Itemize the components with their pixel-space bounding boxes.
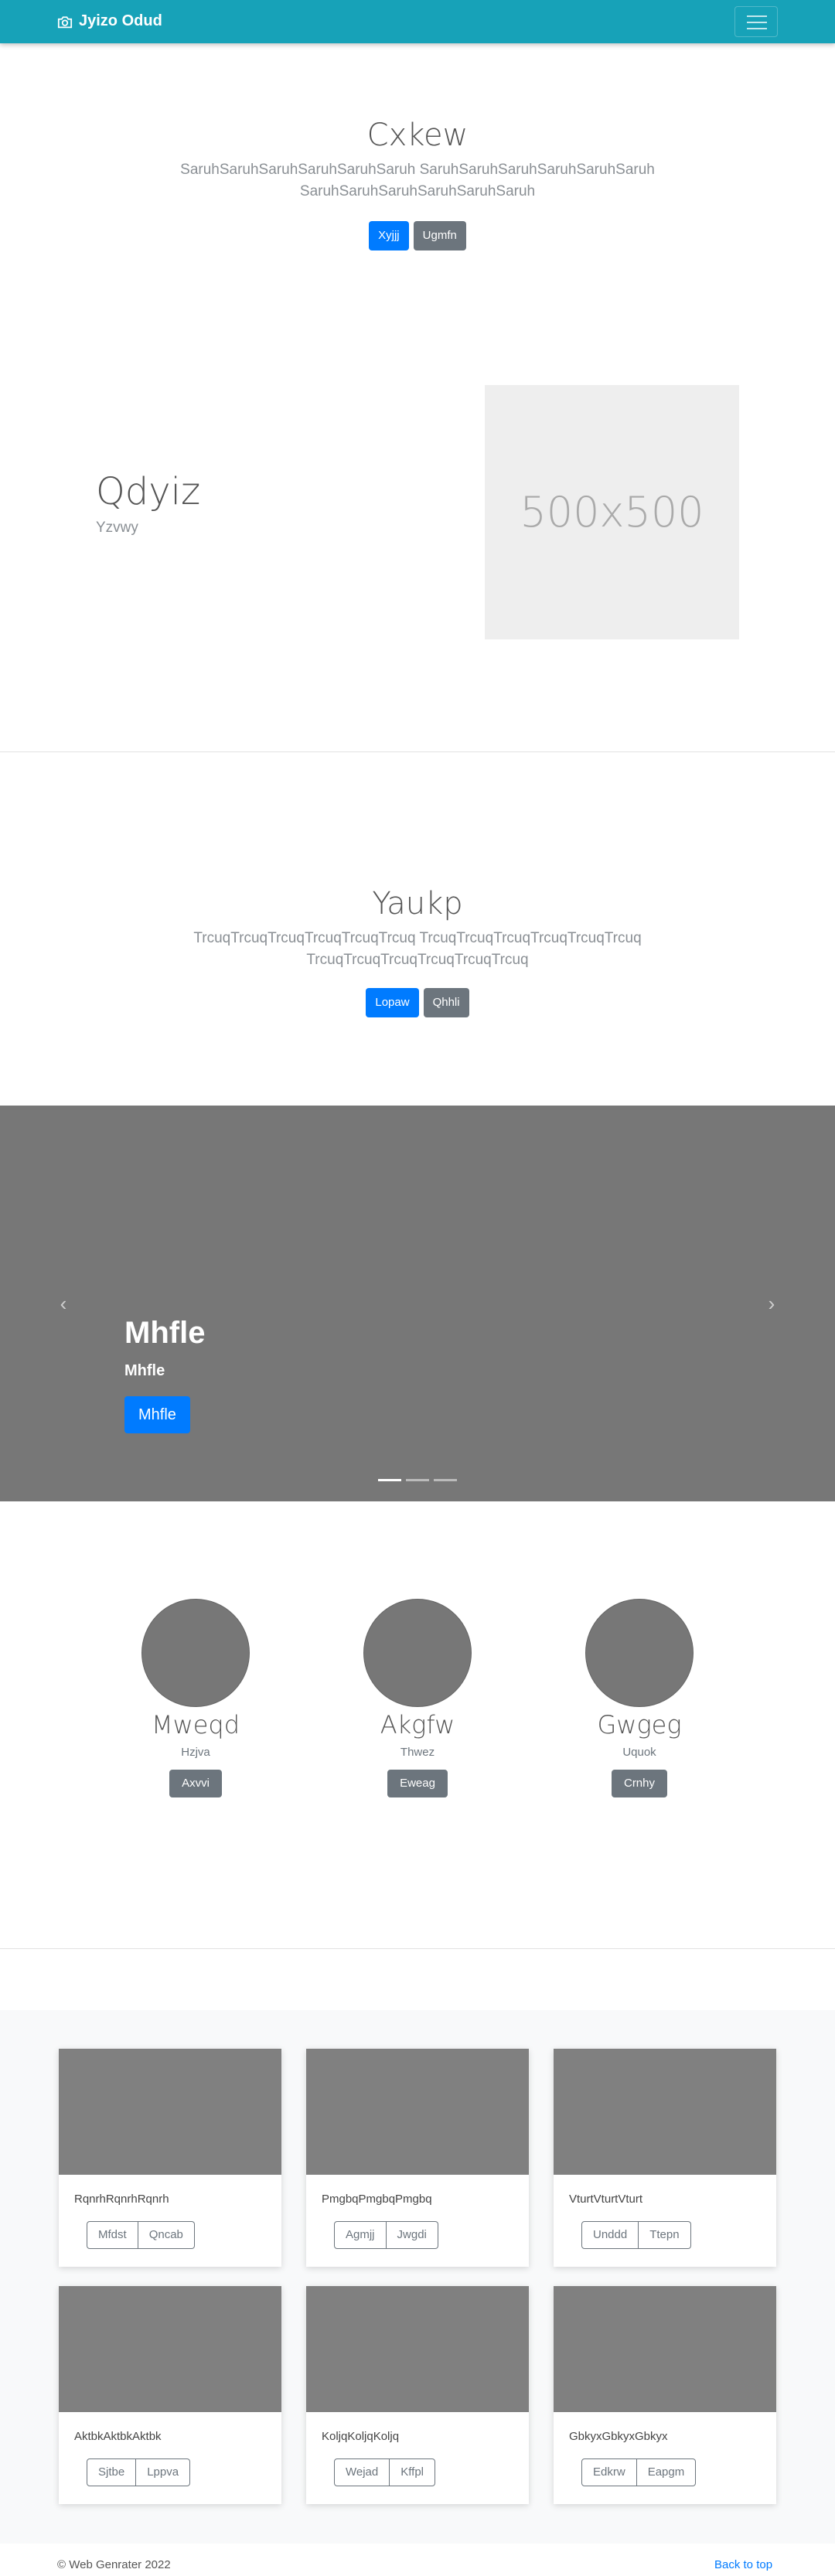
column-text: Thwez [400, 1746, 435, 1759]
card-text: RqnrhRqnrhRqnrh [74, 2193, 169, 2206]
carousel-prev-icon[interactable]: ‹ [48, 1288, 79, 1319]
menu-toggle-button[interactable] [734, 6, 778, 37]
card-text: AktbkAktbkAktbk [74, 2430, 162, 2443]
column-heading: Gwgeg [597, 1710, 682, 1739]
carousel-next-icon[interactable]: › [756, 1288, 787, 1319]
card-image [306, 2286, 529, 2412]
card-text: GbkyxGbkyxGbkyx [569, 2430, 668, 2443]
hero-secondary-button[interactable]: Ugmfn [413, 221, 466, 250]
column-text: Uquok [622, 1746, 656, 1759]
card-button-1[interactable]: Edkrw [581, 2458, 637, 2486]
card-button-group: Mfdst Qncab [87, 2221, 195, 2249]
avatar [585, 1599, 694, 1707]
featurette-image-placeholder: 500x500 [485, 385, 739, 639]
column-button[interactable]: Axvvi [169, 1770, 222, 1797]
card-button-2[interactable]: Eapgm [636, 2458, 697, 2486]
carousel-caption-subtitle: Mhfle [124, 1362, 165, 1379]
card-button-group: Edkrw Eapgm [581, 2458, 697, 2486]
column-heading: Mweqd [151, 1710, 240, 1739]
album-card: KoljqKoljqKoljq Wejad Kffpl [306, 2286, 529, 2504]
marketing-column: Akgfw Thwez Eweag [363, 1599, 472, 1797]
carousel-indicators [378, 1479, 457, 1481]
album-card: AktbkAktbkAktbk Sjtbe Lppva [59, 2286, 281, 2504]
card-button-group: Unddd Ttepn [581, 2221, 691, 2249]
card-button-group: Sjtbe Lppva [87, 2458, 191, 2486]
brand-label: Jyizo Odud [79, 12, 162, 29]
column-button[interactable]: Eweag [387, 1770, 448, 1797]
featurette-subtitle: Yzvwy [96, 520, 138, 536]
album-card: VturtVturtVturt Unddd Ttepn [554, 2049, 776, 2267]
navbar: Jyizo Odud [0, 0, 835, 43]
card-button-1[interactable]: Agmjj [334, 2221, 387, 2249]
divider [0, 1948, 835, 1949]
album-card: RqnrhRqnrhRqnrh Mfdst Qncab [59, 2049, 281, 2267]
footer-copyright: © Web Genrater 2022 [57, 2558, 171, 2571]
card-button-1[interactable]: Unddd [581, 2221, 639, 2249]
hamburger-icon [747, 15, 767, 17]
carousel-indicator[interactable] [434, 1479, 457, 1481]
card-image [554, 2286, 776, 2412]
card-button-2[interactable]: Ttepn [639, 2221, 691, 2249]
card-text: VturtVturtVturt [569, 2193, 643, 2206]
card-text: PmgbqPmgbqPmgbq [322, 2193, 432, 2206]
card-button-2[interactable]: Qncab [138, 2221, 195, 2249]
hero-lead: SaruhSaruhSaruhSaruhSaruhSaruh SaruhSaru… [180, 162, 655, 199]
hero-primary-button[interactable]: Xyjjj [369, 221, 409, 250]
card-image [306, 2049, 529, 2175]
card-image [59, 2286, 281, 2412]
card-button-2[interactable]: Jwgdi [386, 2221, 438, 2249]
card-button-1[interactable]: Sjtbe [87, 2458, 137, 2486]
section-jumbotron: Yaukp TrcuqTrcuqTrcuqTrcuqTrcuqTrcuq Trc… [0, 886, 835, 1017]
avatar [363, 1599, 472, 1707]
carousel: ‹ › Mhfle Mhfle Mhfle [0, 1106, 835, 1501]
card-button-group: Wejad Kffpl [334, 2458, 435, 2486]
card-image [554, 2049, 776, 2175]
section-lead: TrcuqTrcuqTrcuqTrcuqTrcuqTrcuq TrcuqTrcu… [193, 930, 642, 968]
column-text: Hzjva [181, 1746, 210, 1759]
card-button-group: Agmjj Jwgdi [334, 2221, 438, 2249]
hero-section: Cxkew SaruhSaruhSaruhSaruhSaruhSaruh Sar… [0, 118, 835, 250]
card-button-1[interactable]: Mfdst [87, 2221, 138, 2249]
card-image [59, 2049, 281, 2175]
card-button-2[interactable]: Lppva [136, 2458, 191, 2486]
carousel-indicator[interactable] [406, 1479, 429, 1481]
column-heading: Akgfw [380, 1710, 455, 1739]
section-title: Yaukp [372, 886, 463, 922]
card-text: KoljqKoljqKoljq [322, 2430, 400, 2443]
card-button-2[interactable]: Kffpl [390, 2458, 435, 2486]
carousel-caption-title: Mhfle [124, 1316, 206, 1350]
camera-icon [57, 15, 73, 28]
brand-link[interactable]: Jyizo Odud [57, 12, 162, 30]
carousel-caption-button[interactable]: Mhfle [124, 1396, 190, 1433]
album-card: PmgbqPmgbqPmgbq Agmjj Jwgdi [306, 2049, 529, 2267]
hamburger-icon-line [747, 22, 767, 23]
back-to-top-link[interactable]: Back to top [714, 2558, 772, 2571]
marketing-column: Gwgeg Uquok Crnhy [585, 1599, 694, 1797]
hero-title: Cxkew [366, 118, 469, 153]
avatar [141, 1599, 250, 1707]
carousel-indicator[interactable] [378, 1479, 401, 1481]
column-button[interactable]: Crnhy [611, 1770, 667, 1797]
section-secondary-button[interactable]: Qhhli [423, 988, 469, 1017]
hamburger-icon-line [747, 28, 767, 29]
section-primary-button[interactable]: Lopaw [366, 988, 419, 1017]
album-card: GbkyxGbkyxGbkyx Edkrw Eapgm [554, 2286, 776, 2504]
marketing-column: Mweqd Hzjva Axvvi [141, 1599, 250, 1797]
card-button-1[interactable]: Wejad [334, 2458, 390, 2486]
featurette-title: Qdyiz [96, 470, 201, 513]
divider [0, 751, 835, 752]
